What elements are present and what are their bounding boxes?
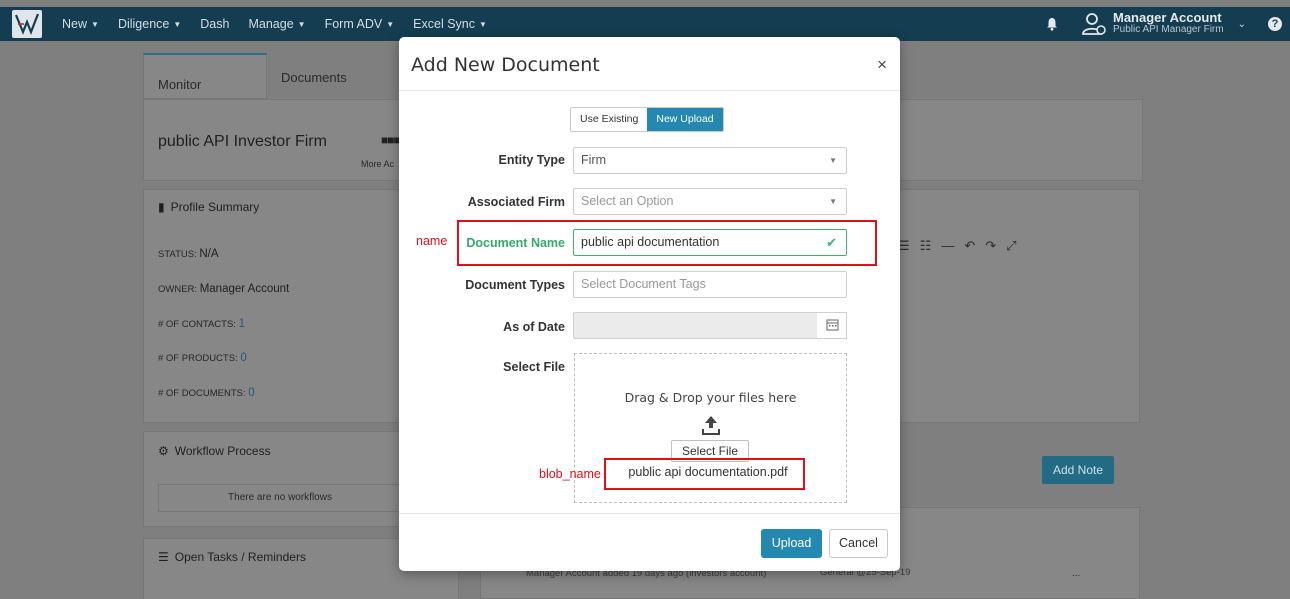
list-icon: ☰	[158, 550, 169, 564]
workflow-header: ⚙ Workflow Process	[158, 444, 271, 458]
stat-documents: # OF DOCUMENTS: 0	[158, 387, 255, 399]
entity-type-label: Entity Type	[498, 153, 565, 167]
annotation-name-box	[457, 220, 877, 266]
upload-mode-toggle: Use Existing New Upload	[570, 107, 724, 132]
stat-products: # OF PRODUCTS: 0	[158, 352, 247, 364]
annotation-blob-name-label: blob_name	[539, 467, 601, 481]
account-menu[interactable]: Manager Account Public API Manager Firm	[1113, 10, 1224, 36]
calendar-button[interactable]	[817, 312, 847, 339]
bookmark-icon: ▮	[158, 200, 165, 214]
nav-dash[interactable]: Dash	[200, 17, 229, 31]
modal-header: Add New Document ×	[399, 37, 900, 91]
associated-firm-select[interactable]: Select an Option ▼	[573, 188, 847, 215]
help-icon[interactable]: ?	[1268, 17, 1282, 31]
stat-owner: OWNER: Manager Account	[158, 283, 290, 295]
stat-contacts: # OF CONTACTS: 1	[158, 318, 245, 330]
annotation-blob-name-box	[604, 458, 805, 490]
annotation-name-label: name	[416, 234, 448, 248]
stat-status: STATUS: N/A	[158, 248, 219, 260]
as-of-date-label: As of Date	[503, 320, 565, 334]
as-of-date-input[interactable]	[573, 312, 818, 339]
tab-monitor[interactable]: Monitor	[143, 53, 267, 99]
logo-icon	[14, 13, 40, 35]
select-file-label: Select File	[503, 360, 565, 374]
caret-down-icon: ▼	[829, 197, 837, 206]
upload-icon	[702, 416, 720, 435]
nav-diligence[interactable]: Diligence ▼	[118, 17, 181, 31]
bell-icon[interactable]	[1045, 17, 1059, 31]
account-avatar-icon[interactable]	[1081, 11, 1107, 37]
ordered-list-icon[interactable]: ☷	[920, 238, 932, 254]
more-actions-label[interactable]: More Ac	[361, 159, 394, 169]
caret-down-icon: ▼	[829, 156, 837, 165]
app-logo[interactable]	[12, 10, 42, 38]
dropzone-text: Drag & Drop your files here	[624, 390, 797, 405]
nav-form-adv[interactable]: Form ADV ▼	[325, 17, 395, 31]
caret-down-icon: ▼	[386, 19, 395, 29]
nav-new[interactable]: New ▼	[62, 17, 99, 31]
document-types-input[interactable]: Select Document Tags	[573, 271, 847, 298]
main-nav: New ▼ Diligence ▼ Dash Manage ▼ Form ADV ▼ E…	[62, 17, 487, 31]
calendar-icon	[826, 319, 839, 331]
fullscreen-icon[interactable]: ⤢	[1006, 238, 1016, 254]
undo-icon[interactable]: ↶	[964, 238, 975, 254]
entity-type-select[interactable]: Firm ▼	[573, 147, 847, 174]
cogs-icon: ⚙	[158, 444, 169, 458]
more-actions-icon[interactable]: ■■■	[381, 133, 401, 147]
caret-down-icon: ▼	[479, 19, 487, 29]
profile-summary-header: ▮ Profile Summary	[158, 200, 260, 214]
use-existing-button[interactable]: Use Existing	[571, 108, 648, 131]
caret-down-icon: ▼	[297, 19, 306, 29]
redo-icon[interactable]: ↷	[985, 238, 996, 254]
add-document-modal: Add New Document × Use Existing New Uplo…	[399, 37, 900, 571]
modal-title: Add New Document	[411, 54, 600, 76]
tasks-header: ☰ Open Tasks / Reminders	[158, 550, 306, 564]
add-note-button[interactable]: Add Note	[1042, 456, 1114, 484]
close-icon[interactable]: ×	[877, 55, 887, 75]
firm-title: public API Investor Firm	[158, 133, 327, 150]
caret-down-icon: ▼	[91, 19, 99, 29]
upload-button[interactable]: Upload	[761, 529, 822, 558]
document-types-label: Document Types	[465, 278, 565, 292]
nav-excel-sync[interactable]: Excel Sync ▼	[413, 17, 487, 31]
top-navbar: New ▼ Diligence ▼ Dash Manage ▼ Form ADV ▼ E…	[0, 7, 1290, 41]
account-name: Manager Account	[1113, 10, 1222, 25]
chevron-down-icon[interactable]: ⌄	[1238, 19, 1246, 30]
cancel-button[interactable]: Cancel	[829, 529, 888, 558]
tab-documents[interactable]: Documents	[267, 53, 391, 99]
top-right-controls: Manager Account Public API Manager Firm …	[1045, 7, 1290, 41]
page-tabs: Monitor Documents	[143, 53, 391, 99]
horizontal-rule-icon[interactable]: —	[941, 238, 954, 254]
editor-toolbar: ☰ ☷ — ↶ ↷ ⤢	[898, 238, 1017, 254]
account-firm: Public API Manager Firm	[1113, 24, 1224, 35]
no-workflows-message: There are no workflows	[158, 484, 402, 512]
nav-manage[interactable]: Manage ▼	[248, 17, 305, 31]
activity-more[interactable]: ...	[1072, 568, 1080, 579]
new-upload-button[interactable]: New Upload	[647, 108, 723, 131]
caret-down-icon: ▼	[173, 19, 182, 29]
associated-firm-label: Associated Firm	[467, 195, 565, 209]
modal-footer	[399, 513, 900, 571]
